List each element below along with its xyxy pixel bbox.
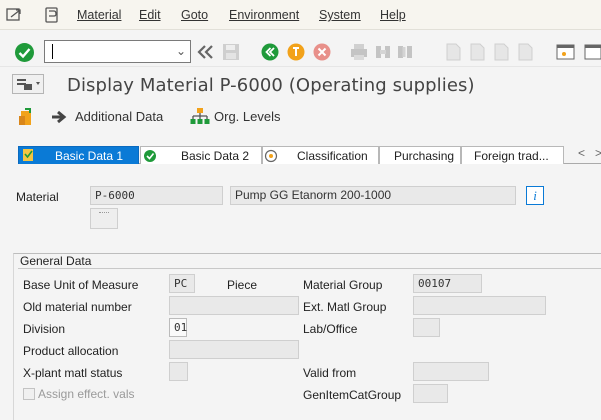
- tab-classification[interactable]: Classification: [262, 146, 379, 164]
- menu-help-label: Help: [380, 8, 406, 22]
- menu-goto[interactable]: Goto: [181, 8, 208, 22]
- xplant-status-field[interactable]: [169, 362, 188, 381]
- tab-foreign-trade[interactable]: Foreign trad...: [461, 146, 564, 164]
- material-field[interactable]: P-6000: [90, 186, 223, 205]
- command-field[interactable]: ⌄: [44, 40, 191, 63]
- find-icon: [374, 43, 392, 64]
- screen-menu-icon[interactable]: [12, 74, 44, 97]
- additional-data-arrow-icon[interactable]: [51, 109, 69, 128]
- menu-environment[interactable]: Environment: [229, 8, 299, 22]
- menu-system-label: System: [319, 8, 361, 22]
- menu-edit[interactable]: Edit: [139, 8, 161, 22]
- material-group-field[interactable]: 00107: [413, 274, 482, 293]
- ext-matl-group-field[interactable]: [413, 296, 546, 315]
- double-chevron-left-icon[interactable]: [196, 44, 216, 63]
- tab-label: Classification: [297, 149, 368, 163]
- tab-scroll-right-button[interactable]: >: [595, 146, 601, 160]
- tab-label: Purchasing: [394, 149, 455, 163]
- other-material-icon[interactable]: [17, 107, 37, 130]
- base-uom-text: Piece: [227, 278, 258, 292]
- exit-icon[interactable]: [287, 43, 305, 64]
- menu-material[interactable]: Material: [77, 8, 121, 22]
- cancel-icon[interactable]: [313, 43, 331, 64]
- save-icon: [222, 43, 240, 64]
- print-icon: [350, 43, 368, 64]
- org-levels-icon[interactable]: [190, 107, 210, 130]
- lab-office-label: Lab/Office: [303, 322, 358, 336]
- tab-basic-data-1[interactable]: Basic Data 1: [18, 146, 139, 164]
- base-uom-field[interactable]: PC: [169, 274, 195, 293]
- last-page-icon: [517, 43, 533, 64]
- back-icon[interactable]: [261, 43, 279, 64]
- menu-edit-label: Edit: [139, 8, 161, 22]
- material-group-label: Material Group: [303, 278, 383, 292]
- sap-menu-icon[interactable]: [44, 7, 60, 26]
- org-levels-button[interactable]: Org. Levels: [214, 109, 280, 124]
- first-page-icon: [445, 43, 461, 64]
- old-material-field[interactable]: [169, 296, 299, 315]
- tab-label: Basic Data 1: [55, 149, 124, 163]
- exit-menu-icon[interactable]: [6, 7, 24, 26]
- tab-purchasing[interactable]: Purchasing: [379, 146, 461, 164]
- general-data-title: General Data: [20, 254, 92, 268]
- xplant-status-label: X-plant matl status: [23, 366, 123, 380]
- menu-help[interactable]: Help: [380, 8, 406, 22]
- division-label: Division: [23, 322, 66, 336]
- next-page-icon: [493, 43, 509, 64]
- group-divider: [18, 268, 601, 269]
- lab-office-field[interactable]: [413, 318, 440, 337]
- valid-from-field[interactable]: [413, 362, 489, 381]
- ext-matl-group-label: Ext. Matl Group: [303, 300, 387, 314]
- product-allocation-label: Product allocation: [23, 344, 119, 358]
- division-field[interactable]: 01: [169, 318, 187, 337]
- shortcut-icon[interactable]: [584, 43, 601, 64]
- menu-material-label: Material: [77, 8, 122, 22]
- menu-system[interactable]: System: [319, 8, 361, 22]
- product-allocation-field[interactable]: [169, 340, 299, 359]
- tab-basic-data-2[interactable]: Basic Data 2: [140, 146, 262, 164]
- previous-page-icon: [469, 43, 485, 64]
- tab-scroll-left-button[interactable]: <: [578, 146, 585, 160]
- info-icon[interactable]: i: [526, 186, 544, 208]
- old-material-label: Old material number: [23, 300, 132, 314]
- command-dropdown-icon[interactable]: ⌄: [176, 44, 186, 58]
- new-session-icon[interactable]: [556, 43, 576, 64]
- find-next-icon: [396, 43, 414, 64]
- valid-from-label: Valid from: [303, 366, 357, 380]
- genitem-field[interactable]: [413, 384, 448, 403]
- genitem-label: GenItemCatGroup: [303, 388, 402, 402]
- tab-label: Foreign trad...: [474, 149, 549, 163]
- ellipsis-icon: [99, 212, 109, 214]
- tab-status-icon: [22, 148, 34, 166]
- tab-label: Basic Data 2: [181, 149, 250, 163]
- text-caret: [52, 44, 53, 59]
- assign-effect-vals-checkbox[interactable]: [23, 388, 35, 400]
- assign-effect-vals-label: Assign effect. vals: [38, 387, 135, 401]
- svg-text:i: i: [533, 188, 537, 203]
- material-description-field[interactable]: Pump GG Etanorm 200-1000: [230, 186, 516, 205]
- enter-checkmark-icon[interactable]: [14, 42, 35, 66]
- material-label: Material: [16, 190, 59, 204]
- menu-goto-label: Goto: [181, 8, 209, 22]
- additional-data-button[interactable]: Additional Data: [75, 109, 163, 124]
- base-uom-label: Base Unit of Measure: [23, 278, 139, 292]
- page-title: Display Material P-6000 (Operating suppl…: [67, 75, 475, 96]
- menu-bar: Material Edit Goto Environment System He…: [0, 0, 601, 30]
- menu-environment-label: Environment: [229, 8, 300, 22]
- text-editor-button[interactable]: [90, 208, 118, 229]
